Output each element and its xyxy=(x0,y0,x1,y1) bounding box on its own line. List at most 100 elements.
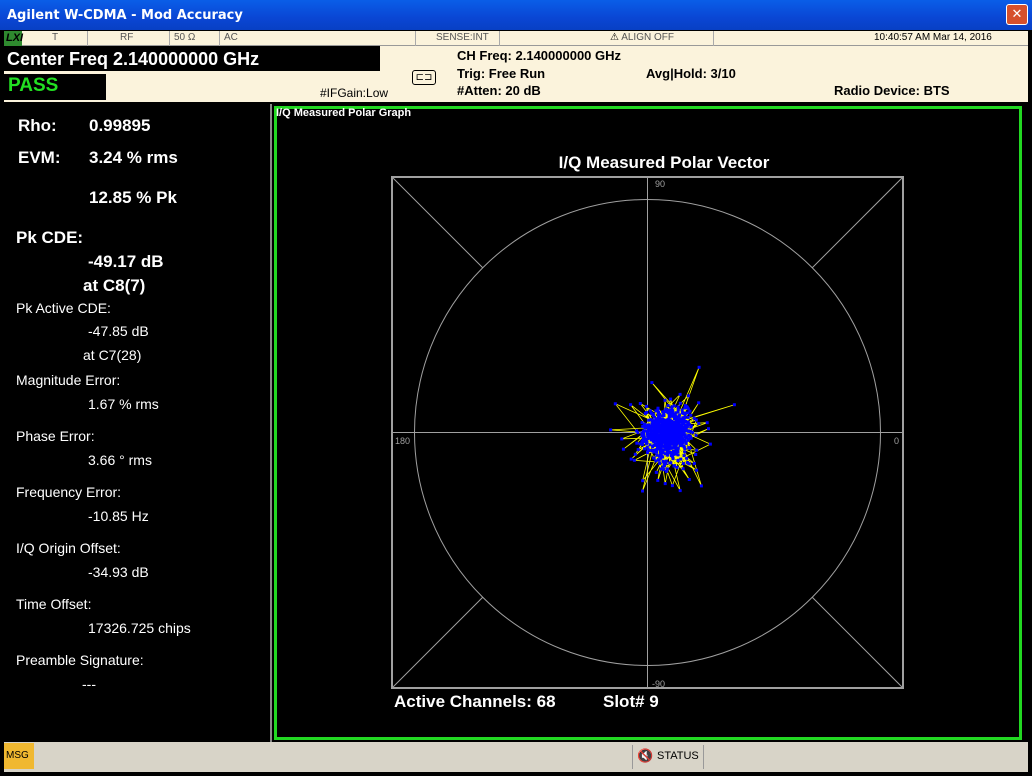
coupling-indicator: AC xyxy=(220,31,416,46)
pk-active-cde-at: at C7(28) xyxy=(83,347,142,363)
iq-point xyxy=(660,440,664,444)
iq-point xyxy=(675,447,679,451)
iq-point xyxy=(645,445,649,449)
pk-active-cde-value: -47.85 dB xyxy=(88,323,149,339)
pk-cde-label: Pk CDE: xyxy=(16,228,84,247)
iq-point xyxy=(664,459,668,463)
iq-point xyxy=(682,427,686,430)
msg-button[interactable]: MSG xyxy=(4,743,34,769)
close-button[interactable]: ✕ xyxy=(1006,4,1028,25)
iq-point xyxy=(697,365,701,369)
iq-point xyxy=(680,408,684,412)
angle-label-90: 90 xyxy=(655,179,665,189)
iq-point xyxy=(647,418,651,422)
iq-point xyxy=(670,484,674,488)
iq-point xyxy=(673,443,677,447)
iq-point xyxy=(632,458,636,462)
iq-point xyxy=(663,398,667,402)
center-freq-display[interactable]: Center Freq 2.140000000 GHz xyxy=(4,46,380,71)
iq-point xyxy=(670,405,674,409)
iq-point xyxy=(678,443,682,447)
iq-point xyxy=(697,421,701,425)
iq-point xyxy=(668,415,671,419)
pk-cde-at: at C8(7) xyxy=(83,276,146,295)
iq-point xyxy=(659,467,663,471)
iq-point xyxy=(681,462,685,466)
iq-point xyxy=(636,448,640,452)
iq-point xyxy=(666,419,670,423)
iq-point xyxy=(691,430,694,434)
iq-point xyxy=(613,402,617,406)
window-title-bar: Agilent W-CDMA - Mod Accuracy ✕ xyxy=(0,0,1032,30)
frequency-error-value: -10.85 Hz xyxy=(88,508,149,524)
iq-point xyxy=(660,422,664,426)
active-channels-label: Active Channels: 68 xyxy=(394,692,556,711)
iq-point xyxy=(705,421,709,425)
phase-error-label: Phase Error: xyxy=(16,428,95,444)
pk-cde-value: -49.17 dB xyxy=(88,252,164,271)
graph-title: I/Q Measured Polar Vector xyxy=(559,153,770,172)
iq-point xyxy=(658,461,662,465)
results-panel: Rho: 0.99895 EVM: 3.24 % rms 12.85 % Pk … xyxy=(4,104,266,740)
iq-point xyxy=(679,424,683,428)
iq-point xyxy=(621,447,625,451)
pass-indicator: PASS xyxy=(4,74,106,100)
iq-point xyxy=(638,402,642,405)
iq-point xyxy=(641,489,644,493)
speaker-muted-icon: 🔇 xyxy=(637,748,654,763)
iq-point xyxy=(650,419,654,423)
iq-point xyxy=(697,401,701,405)
iq-point xyxy=(666,404,670,407)
angle-label-180: 180 xyxy=(395,436,410,446)
angle-label-minus-90: -90 xyxy=(652,679,665,689)
iq-point xyxy=(674,416,678,420)
iq-point xyxy=(654,470,658,474)
iq-point xyxy=(686,411,690,415)
iq-origin-offset-label: I/Q Origin Offset: xyxy=(16,540,121,556)
pk-active-cde-label: Pk Active CDE: xyxy=(16,300,111,316)
iq-point xyxy=(663,435,667,439)
iq-point xyxy=(652,456,656,460)
iq-point xyxy=(665,440,668,444)
iq-point xyxy=(659,446,663,450)
iq-point xyxy=(672,421,675,425)
iq-point xyxy=(643,426,647,430)
iq-point xyxy=(650,381,654,385)
iq-point xyxy=(672,437,676,441)
trigger-indicator: T xyxy=(22,31,88,46)
iq-point xyxy=(633,452,637,456)
iq-point xyxy=(664,469,668,473)
iq-origin-offset-value: -34.93 dB xyxy=(88,564,149,580)
iq-point xyxy=(695,468,699,472)
frequency-error-label: Frequency Error: xyxy=(16,484,122,500)
iq-point xyxy=(687,429,691,433)
iq-point xyxy=(692,416,696,420)
iq-point xyxy=(682,420,686,424)
rho-value: 0.99895 xyxy=(89,116,151,135)
iq-point xyxy=(683,435,687,439)
iq-point xyxy=(678,489,682,493)
status-button[interactable]: 🔇 STATUS xyxy=(632,745,704,769)
iq-point xyxy=(665,446,669,450)
avg-hold-label: Avg|Hold: 3/10 xyxy=(646,66,736,81)
iq-point xyxy=(692,462,696,465)
iq-point xyxy=(732,403,736,407)
iq-point xyxy=(648,443,652,447)
window-title: Agilent W-CDMA - Mod Accuracy xyxy=(7,8,243,23)
iq-point xyxy=(661,459,665,463)
iq-point xyxy=(668,435,672,439)
evm-pk-value: 12.85 % Pk xyxy=(89,188,177,207)
polar-diagonal xyxy=(391,596,484,689)
iq-point xyxy=(648,409,652,413)
slot-label: Slot# 9 xyxy=(603,692,659,711)
iq-point xyxy=(681,467,685,471)
iq-point xyxy=(668,431,672,435)
rho-label: Rho: xyxy=(18,116,57,135)
iq-point xyxy=(676,459,680,462)
impedance-indicator: 50 Ω xyxy=(170,31,220,46)
warning-icon: ⚠ xyxy=(610,32,619,43)
angle-label-0: 0 xyxy=(894,436,899,446)
iq-point xyxy=(674,425,678,428)
graph-window[interactable]: I/Q Measured Polar Graph I/Q Measured Po… xyxy=(270,104,1024,742)
iq-point xyxy=(708,442,712,446)
